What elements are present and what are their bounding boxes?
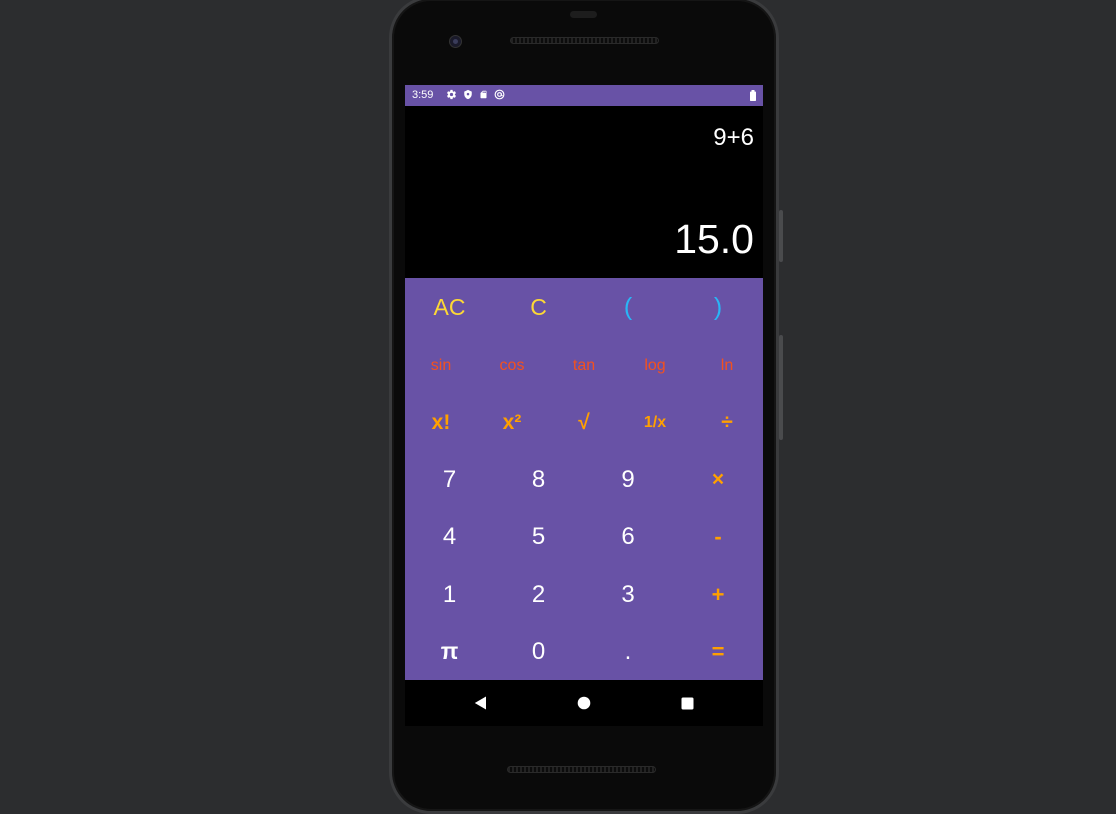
digit-3-button[interactable]: 3 (583, 566, 673, 623)
square-root-button[interactable]: √ (548, 394, 620, 451)
bottom-speaker-grille (507, 766, 656, 773)
tan-button[interactable]: tan (548, 337, 620, 394)
result-text: 15.0 (674, 216, 754, 262)
earpiece-slot (570, 11, 597, 18)
pi-button[interactable]: π (405, 623, 494, 680)
keypad: AC C ( ) sin cos tan log ln x! x² √ 1/x … (405, 278, 763, 680)
settings-icon (446, 89, 457, 100)
divide-button[interactable]: ÷ (691, 394, 763, 451)
sin-button[interactable]: sin (405, 337, 477, 394)
close-paren-button[interactable]: ) (673, 278, 763, 337)
add-button[interactable]: + (673, 566, 763, 623)
decimal-point-button[interactable]: . (583, 623, 673, 680)
top-speaker-grille (510, 37, 659, 44)
at-sign-icon (494, 89, 505, 100)
digit-1-button[interactable]: 1 (405, 566, 494, 623)
status-time: 3:59 (412, 89, 434, 101)
shield-icon (463, 89, 473, 100)
navigation-bar (405, 680, 763, 726)
sd-card-icon (479, 89, 488, 100)
back-icon[interactable] (471, 694, 489, 712)
equals-button[interactable]: = (673, 623, 763, 680)
status-icons (446, 89, 505, 100)
phone-screen: 3:59 9+6 15.0 AC C ( ) sin cos tan log l… (405, 85, 763, 726)
digit-6-button[interactable]: 6 (583, 508, 673, 566)
expression-text: 9+6 (713, 124, 754, 151)
volume-button (779, 335, 783, 440)
digit-7-button[interactable]: 7 (405, 451, 494, 508)
front-camera-icon (449, 35, 462, 48)
all-clear-button[interactable]: AC (405, 278, 494, 337)
open-paren-button[interactable]: ( (583, 278, 673, 337)
square-button[interactable]: x² (476, 394, 548, 451)
digit-4-button[interactable]: 4 (405, 508, 494, 566)
digit-2-button[interactable]: 2 (494, 566, 583, 623)
digit-9-button[interactable]: 9 (583, 451, 673, 508)
power-button (779, 210, 783, 262)
recents-icon[interactable] (678, 694, 696, 712)
calculator-display: 9+6 15.0 (405, 106, 763, 278)
ln-button[interactable]: ln (691, 337, 763, 394)
battery-icon (750, 90, 756, 104)
home-icon[interactable] (575, 694, 593, 712)
digit-8-button[interactable]: 8 (494, 451, 583, 508)
subtract-button[interactable]: - (673, 508, 763, 566)
digit-5-button[interactable]: 5 (494, 508, 583, 566)
cos-button[interactable]: cos (476, 337, 548, 394)
multiply-button[interactable]: × (673, 451, 763, 508)
digit-0-button[interactable]: 0 (494, 623, 583, 680)
status-bar: 3:59 (405, 85, 763, 106)
factorial-button[interactable]: x! (405, 394, 477, 451)
clear-button[interactable]: C (494, 278, 583, 337)
log-button[interactable]: log (619, 337, 691, 394)
reciprocal-button[interactable]: 1/x (619, 394, 691, 451)
